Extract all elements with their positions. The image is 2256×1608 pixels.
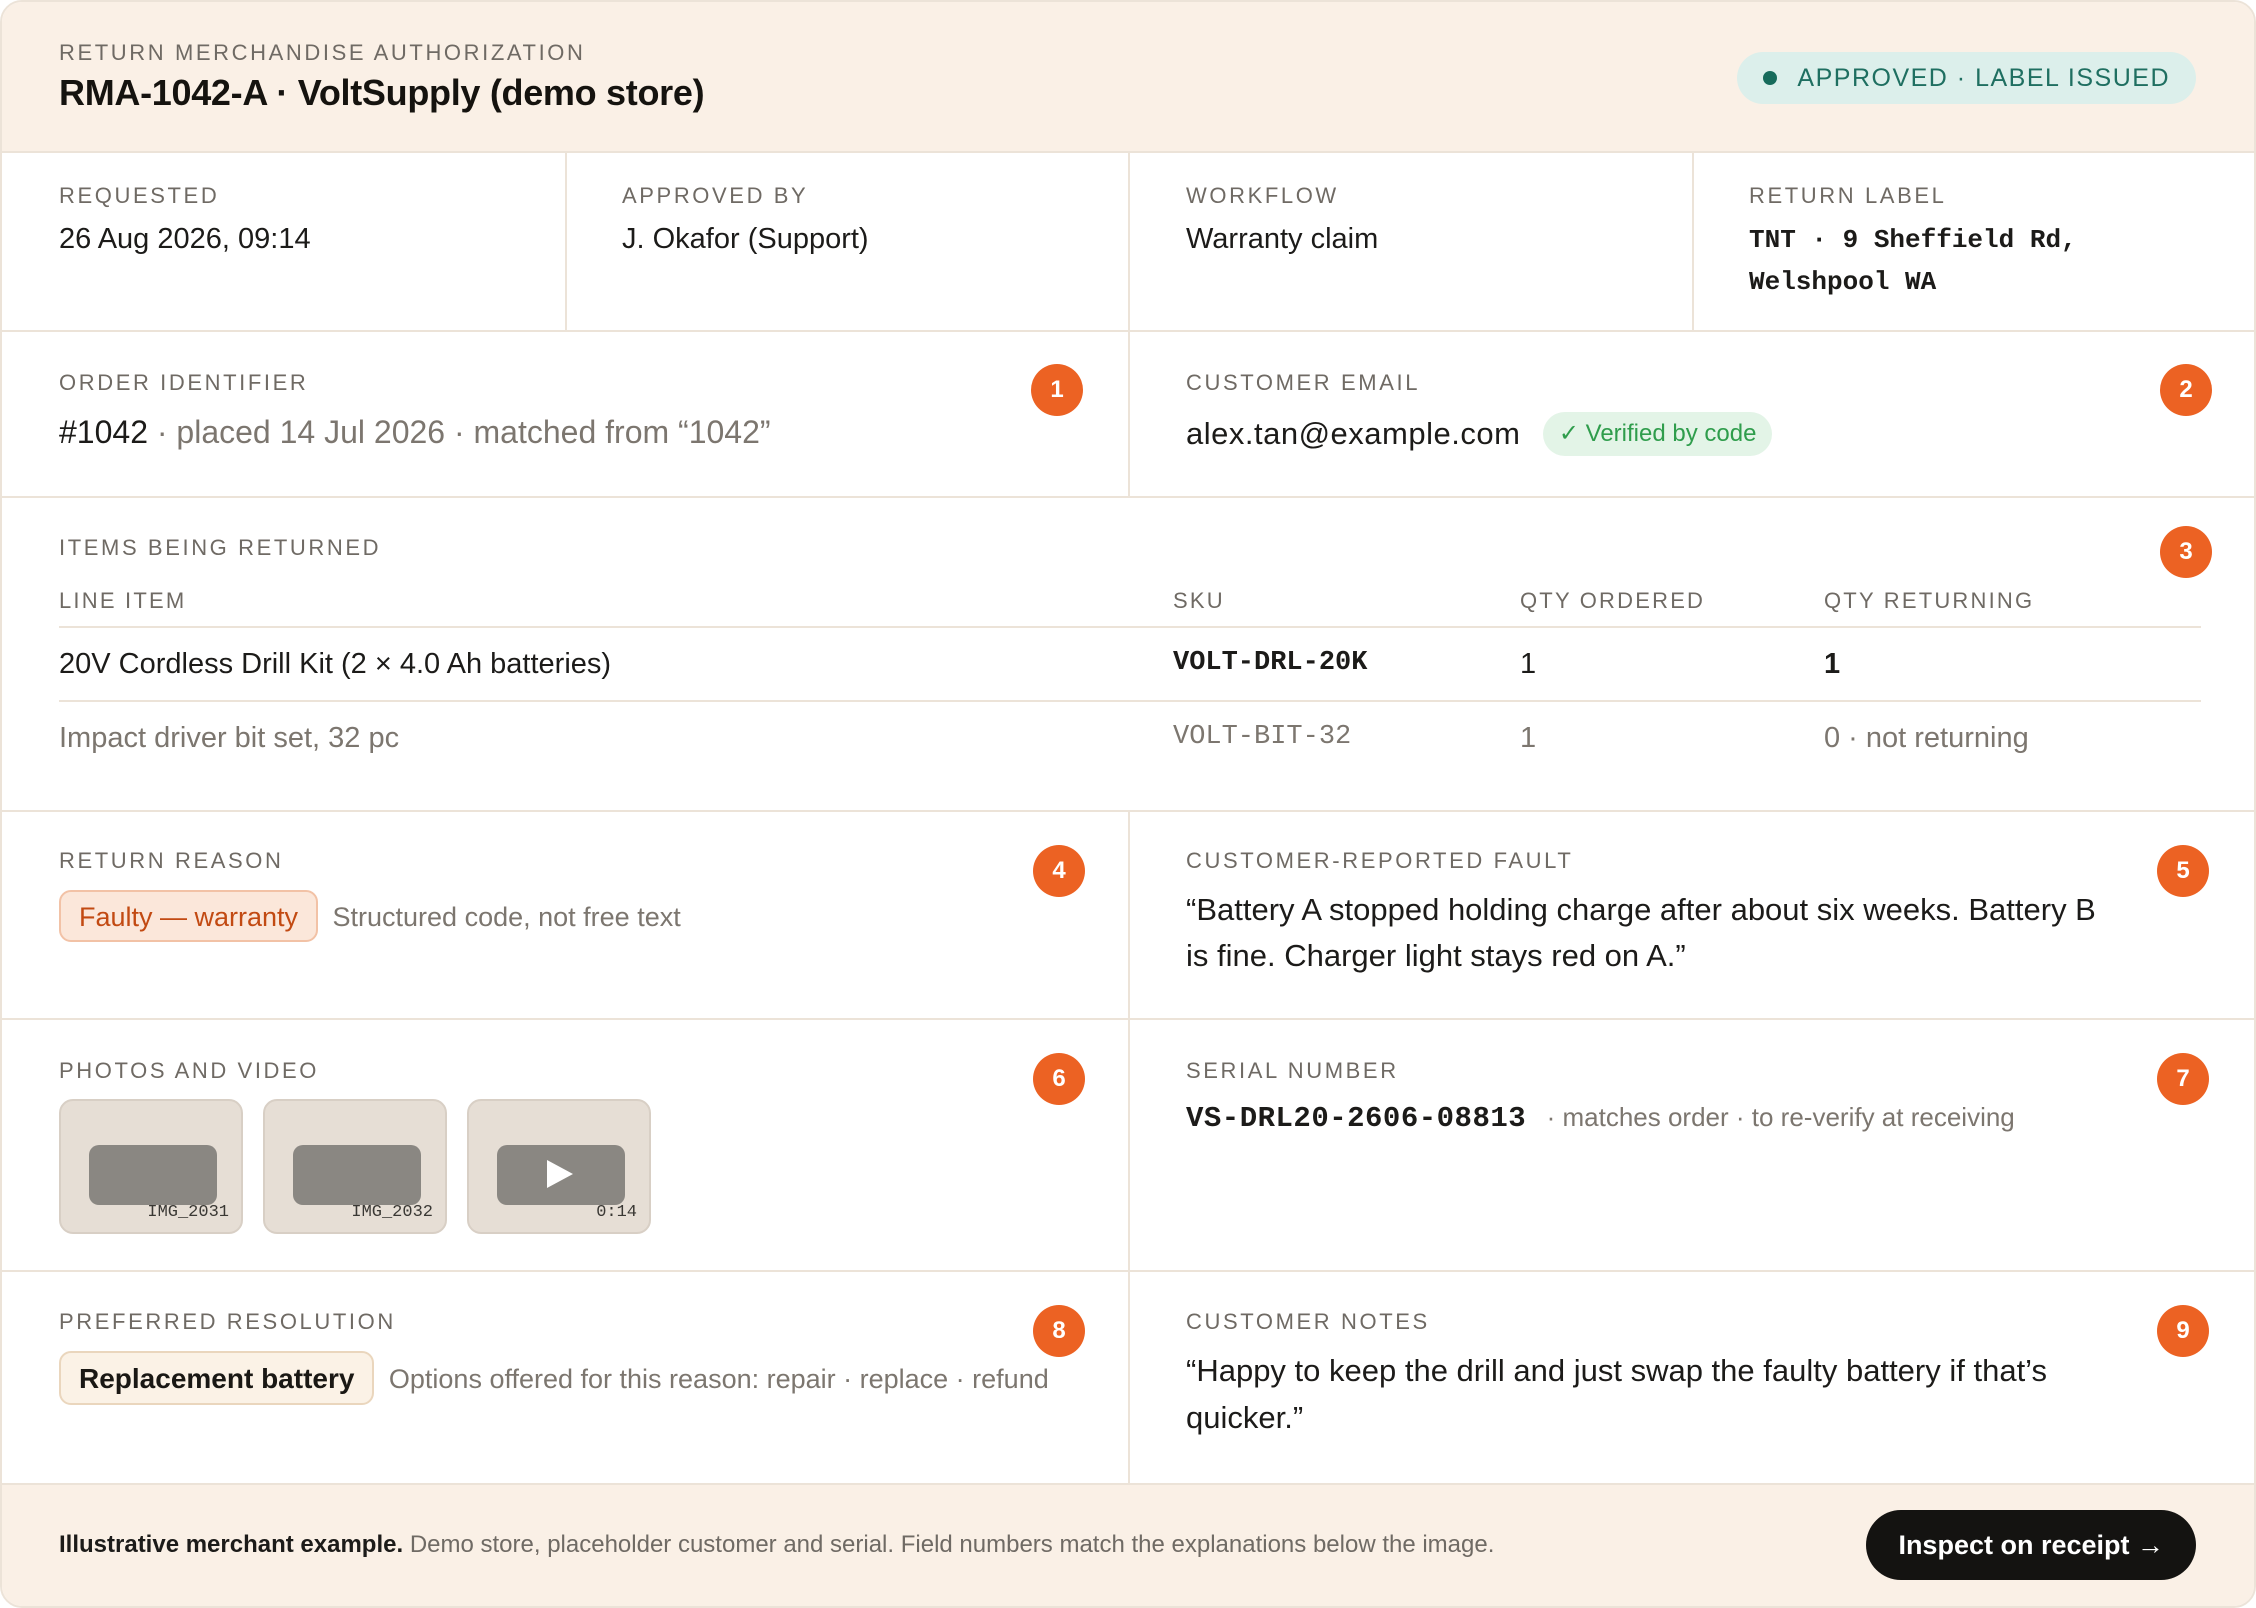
table-divider	[59, 626, 2201, 628]
field-number-badge-3: 3	[2160, 526, 2212, 578]
table-divider	[59, 700, 2201, 702]
reason-fault-row: RETURN REASON Faulty — warranty Structur…	[2, 812, 2254, 1020]
resolution-notes-row: PREFERRED RESOLUTION Replacement battery…	[2, 1272, 2254, 1483]
play-icon	[547, 1160, 573, 1188]
item-sku: VOLT-DRL-20K	[1173, 648, 1368, 678]
field-number-badge-8: 8	[1033, 1305, 1085, 1357]
return-reason-note: Structured code, not free text	[332, 902, 681, 932]
customer-fault-line1: “Battery A stopped holding charge after …	[1186, 892, 2096, 927]
rma-card: RETURN MERCHANDISE AUTHORIZATION RMA-104…	[0, 0, 2256, 1608]
requested-label: REQUESTED	[59, 183, 220, 208]
items-label: ITEMS BEING RETURNED	[59, 535, 382, 560]
order-email-row: ORDER IDENTIFIER #1042 · placed 14 Jul 2…	[2, 332, 2254, 498]
footer-note-text: Demo store, placeholder customer and ser…	[403, 1531, 1495, 1558]
field-number-badge-7: 7	[2157, 1053, 2209, 1105]
photos-video-label: PHOTOS AND VIDEO	[59, 1058, 320, 1083]
item-qty-ordered: 1	[1520, 722, 1537, 754]
item-sku: VOLT-BIT-32	[1173, 722, 1352, 752]
field-number-badge-5: 5	[2157, 845, 2209, 897]
column-header-sku: SKU	[1173, 588, 1225, 613]
requested-value: 26 Aug 2026, 09:14	[59, 223, 311, 255]
header-eyebrow: RETURN MERCHANDISE AUTHORIZATION	[59, 40, 586, 65]
serial-number-value: VS-DRL20-2606-08813	[1186, 1102, 1527, 1135]
preferred-resolution-value-group: Replacement battery Options offered for …	[59, 1351, 1049, 1405]
preferred-resolution-chip: Replacement battery	[59, 1351, 375, 1405]
divider	[1128, 332, 1130, 496]
divider	[1128, 1020, 1130, 1270]
item-qty-ordered: 1	[1520, 648, 1537, 680]
return-reason-label: RETURN REASON	[59, 848, 284, 873]
customer-email-value-group: alex.tan@example.com ✓ Verified by code	[1186, 412, 1773, 456]
divider	[1128, 153, 1130, 330]
order-number: #1042	[59, 414, 148, 450]
item-qty-returning: 1	[1824, 648, 1841, 680]
item-name: Impact driver bit set, 32 pc	[59, 722, 400, 754]
photo-thumbnail[interactable]: IMG_2031	[59, 1099, 243, 1234]
field-number-badge-6: 6	[1033, 1053, 1085, 1105]
thumbnail-caption: IMG_2032	[351, 1203, 433, 1222]
video-placeholder	[497, 1145, 625, 1205]
serial-number-value-group: VS-DRL20-2606-08813 · matches order · to…	[1186, 1102, 2015, 1135]
workflow-label: WORKFLOW	[1186, 183, 1339, 208]
customer-fault-line2: is fine. Charger light stays red on A.”	[1186, 938, 1686, 973]
return-reason-value-group: Faulty — warranty Structured code, not f…	[59, 890, 681, 942]
customer-email-label: CUSTOMER EMAIL	[1186, 370, 1421, 395]
page-title: RMA-1042-A · VoltSupply (demo store)	[59, 72, 705, 113]
return-label-label: RETURN LABEL	[1749, 183, 1947, 208]
footer-note: Illustrative merchant example. Demo stor…	[59, 1531, 1494, 1559]
inspect-on-receipt-button[interactable]: Inspect on receipt →	[1866, 1510, 2196, 1580]
video-duration: 0:14	[596, 1203, 637, 1222]
approved-by-value: J. Okafor (Support)	[622, 223, 869, 255]
video-thumbnail[interactable]: 0:14	[467, 1099, 651, 1234]
divider	[565, 153, 567, 330]
image-placeholder-icon	[89, 1145, 217, 1205]
order-detail: · placed 14 Jul 2026 · matched from “104…	[156, 414, 771, 450]
divider	[1128, 1272, 1130, 1483]
thumbnail-caption: IMG_2031	[147, 1203, 229, 1222]
customer-notes-line2: quicker.”	[1186, 1400, 1304, 1435]
status-dot-icon	[1763, 71, 1778, 85]
divider	[1128, 812, 1130, 1018]
order-identifier-value: #1042 · placed 14 Jul 2026 · matched fro…	[59, 414, 771, 451]
meta-row: REQUESTED 26 Aug 2026, 09:14 APPROVED BY…	[2, 153, 2254, 332]
verified-badge: ✓ Verified by code	[1542, 412, 1773, 456]
status-text: APPROVED · LABEL ISSUED	[1797, 64, 2170, 92]
field-number-badge-4: 4	[1033, 845, 1085, 897]
photo-thumbnail[interactable]: IMG_2032	[263, 1099, 447, 1234]
customer-notes-line1: “Happy to keep the drill and just swap t…	[1186, 1353, 2048, 1388]
field-number-badge-2: 2	[2160, 364, 2212, 416]
footer-note-bold: Illustrative merchant example.	[59, 1531, 404, 1558]
preferred-resolution-note: Options offered for this reason: repair …	[388, 1364, 1049, 1394]
customer-fault-label: CUSTOMER-REPORTED FAULT	[1186, 848, 1574, 873]
item-name: 20V Cordless Drill Kit (2 × 4.0 Ah batte…	[59, 648, 612, 680]
approved-by-label: APPROVED BY	[622, 183, 809, 208]
item-qty-returning: 0 · not returning	[1824, 722, 2029, 754]
column-header-qty-ordered: QTY ORDERED	[1520, 588, 1706, 613]
divider	[1692, 153, 1694, 330]
status-badge: APPROVED · LABEL ISSUED	[1737, 52, 2196, 104]
serial-number-note: · matches order · to re-verify at receiv…	[1546, 1102, 2015, 1132]
return-label-line2: Welshpool WA	[1749, 267, 1937, 297]
return-reason-chip: Faulty — warranty	[59, 890, 319, 942]
workflow-value: Warranty claim	[1186, 223, 1379, 255]
rma-header: RETURN MERCHANDISE AUTHORIZATION RMA-104…	[2, 2, 2254, 153]
column-header-qty-returning: QTY RETURNING	[1824, 588, 2035, 613]
field-number-badge-1: 1	[1031, 364, 1083, 416]
return-label-line1: TNT · 9 Sheffield Rd,	[1749, 225, 2077, 255]
order-identifier-label: ORDER IDENTIFIER	[59, 370, 309, 395]
column-header-line-item: LINE ITEM	[59, 588, 187, 613]
image-placeholder-icon	[293, 1145, 421, 1205]
customer-email-value: alex.tan@example.com	[1186, 416, 1521, 451]
preferred-resolution-label: PREFERRED RESOLUTION	[59, 1309, 396, 1334]
customer-notes-label: CUSTOMER NOTES	[1186, 1309, 1430, 1334]
serial-number-label: SERIAL NUMBER	[1186, 1058, 1399, 1083]
field-number-badge-9: 9	[2157, 1305, 2209, 1357]
